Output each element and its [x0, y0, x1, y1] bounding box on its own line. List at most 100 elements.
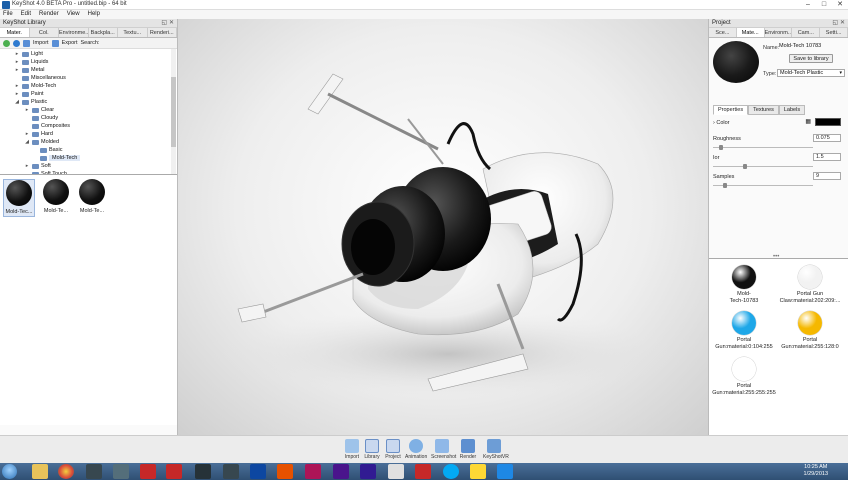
roughness-input[interactable]: 0.075	[813, 134, 841, 142]
material-item[interactable]: Portal Gun:material:255:128:0	[777, 311, 843, 351]
tree-item[interactable]: ◢ Molded	[24, 138, 59, 146]
color-picker-icon[interactable]: ▦	[805, 118, 811, 125]
collapse-arrow-icon[interactable]: ◢	[14, 99, 20, 105]
premiere-icon[interactable]	[333, 464, 349, 479]
roughness-slider[interactable]	[713, 147, 813, 148]
indesign-icon[interactable]	[305, 464, 321, 479]
clock[interactable]: 10:25 AM 1/29/2013	[804, 464, 828, 478]
tree-item[interactable]: ▸ Metal	[14, 66, 45, 74]
tab-backplates[interactable]: Backpla...	[89, 28, 118, 37]
tree-item[interactable]: ▸ Liquids	[14, 58, 49, 66]
thumbnail-item[interactable]: Mold-Tec...	[3, 179, 35, 217]
tab-environment[interactable]: Environm...	[765, 28, 793, 37]
type-select[interactable]: Mold-Tech Plastic ▾	[777, 69, 845, 77]
subtab-properties[interactable]: Properties	[713, 105, 749, 115]
tree-item[interactable]: Composites	[24, 122, 70, 130]
app-icon[interactable]	[388, 464, 404, 479]
expand-arrow-icon[interactable]: ▸	[24, 163, 30, 169]
add-icon[interactable]	[3, 39, 10, 47]
menu-file[interactable]: File	[3, 10, 13, 19]
expand-arrow-icon[interactable]: ▸	[24, 107, 30, 113]
material-item[interactable]: Portal Gun Claw:material:202:209:...	[777, 265, 843, 305]
thumbnail-item[interactable]: Mold-Te...	[76, 179, 108, 214]
refresh-icon[interactable]	[13, 39, 20, 47]
app-icon[interactable]	[86, 464, 102, 479]
tab-renderings[interactable]: Renderi...	[148, 28, 177, 37]
keyshot-taskbar-icon[interactable]	[497, 464, 513, 479]
expand-arrow-icon[interactable]: ▸	[14, 91, 20, 97]
tab-materials[interactable]: Mater.	[0, 28, 30, 37]
color-swatch[interactable]	[815, 118, 841, 126]
panel-close-icon[interactable]: ✕	[166, 19, 174, 28]
start-button[interactable]	[2, 464, 17, 479]
expand-arrow-icon[interactable]: ▸	[14, 59, 20, 65]
app-icon[interactable]	[415, 464, 431, 479]
samples-slider[interactable]	[713, 185, 813, 186]
menu-view[interactable]: View	[67, 10, 80, 19]
tree-item[interactable]: ▸ Hard	[24, 130, 53, 138]
panel-close-icon[interactable]: ✕	[837, 19, 845, 28]
tree-item[interactable]: Basic	[32, 146, 62, 154]
library-dock-button[interactable]: Library	[361, 439, 383, 460]
ior-slider[interactable]	[713, 166, 813, 167]
folder-icon[interactable]	[470, 464, 486, 479]
tree-item[interactable]: ▸ Mold-Tech	[14, 82, 57, 90]
name-field[interactable]: Mold-Tech 10783	[777, 43, 845, 51]
solidworks-icon[interactable]	[140, 464, 156, 479]
app-icon[interactable]	[113, 464, 129, 479]
keyshotvr-dock-button[interactable]: KeyShotVR	[483, 439, 509, 460]
tree-item[interactable]: ▸ Light	[14, 50, 43, 58]
tree-item[interactable]: ▸ Paint	[14, 90, 44, 98]
minimize-icon[interactable]: –	[800, 0, 816, 10]
menu-help[interactable]: Help	[88, 10, 100, 19]
tree-item[interactable]: ◢ Plastic	[14, 98, 47, 106]
solidworks-icon[interactable]	[166, 464, 182, 479]
illustrator-icon[interactable]	[277, 464, 293, 479]
ior-input[interactable]: 1.5	[813, 153, 841, 161]
roughness-slider-handle[interactable]	[719, 145, 723, 150]
skype-icon[interactable]	[443, 464, 459, 479]
menu-edit[interactable]: Edit	[21, 10, 31, 19]
render-viewport[interactable]	[178, 19, 708, 435]
material-item[interactable]: Mold- Tech-10783	[711, 265, 777, 305]
maximize-icon[interactable]: □	[816, 0, 832, 10]
explorer-icon[interactable]	[32, 464, 48, 479]
tab-settings[interactable]: Setti...	[820, 28, 848, 37]
tab-scene[interactable]: Sce...	[709, 28, 737, 37]
app-icon[interactable]	[223, 464, 239, 479]
samples-slider-handle[interactable]	[723, 183, 727, 188]
expand-arrow-icon[interactable]: ▸	[14, 51, 20, 57]
material-item[interactable]: Portal Gun:material:255:255:255	[711, 357, 777, 397]
tree-item[interactable]: Miscellaneous	[14, 74, 66, 82]
expand-arrow-icon[interactable]: ▸	[14, 83, 20, 89]
tab-environments[interactable]: Environme...	[59, 28, 89, 37]
photoshop-icon[interactable]	[250, 464, 266, 479]
import-button[interactable]: Import	[33, 40, 49, 46]
project-dock-button[interactable]: Project	[382, 439, 404, 460]
screenshot-dock-button[interactable]: Screenshot	[431, 439, 456, 460]
animation-dock-button[interactable]: Animation	[405, 439, 427, 460]
tree-item[interactable]: Cloudy	[24, 114, 58, 122]
render-dock-button[interactable]: Render	[457, 439, 479, 460]
tree-item[interactable]: ▸ Soft	[24, 162, 51, 170]
app-icon[interactable]	[195, 464, 211, 479]
expand-arrow-icon[interactable]: ▸	[14, 67, 20, 73]
tab-camera[interactable]: Cam...	[792, 28, 821, 37]
aftereffects-icon[interactable]	[360, 464, 376, 479]
expand-arrow-icon[interactable]: ▸	[24, 131, 30, 137]
material-item[interactable]: Portal Gun:material:0:104:255	[711, 311, 777, 351]
thumbnail-item[interactable]: Mold-Te...	[40, 179, 72, 214]
tab-material[interactable]: Mate...	[736, 28, 765, 37]
tree-item[interactable]: ▸ Clear	[24, 106, 54, 114]
export-button[interactable]: Export	[62, 40, 78, 46]
export-icon[interactable]	[51, 39, 59, 47]
subtab-textures[interactable]: Textures	[748, 105, 779, 115]
ior-slider-handle[interactable]	[743, 164, 747, 169]
collapse-arrow-icon[interactable]: ◢	[24, 139, 30, 145]
tree-scrollbar[interactable]	[171, 49, 176, 174]
menu-render[interactable]: Render	[39, 10, 59, 19]
chrome-icon[interactable]	[58, 464, 74, 479]
samples-input[interactable]: 9	[813, 172, 841, 180]
tab-colors[interactable]: Col.	[30, 28, 59, 37]
subtab-labels[interactable]: Labels	[778, 105, 806, 115]
